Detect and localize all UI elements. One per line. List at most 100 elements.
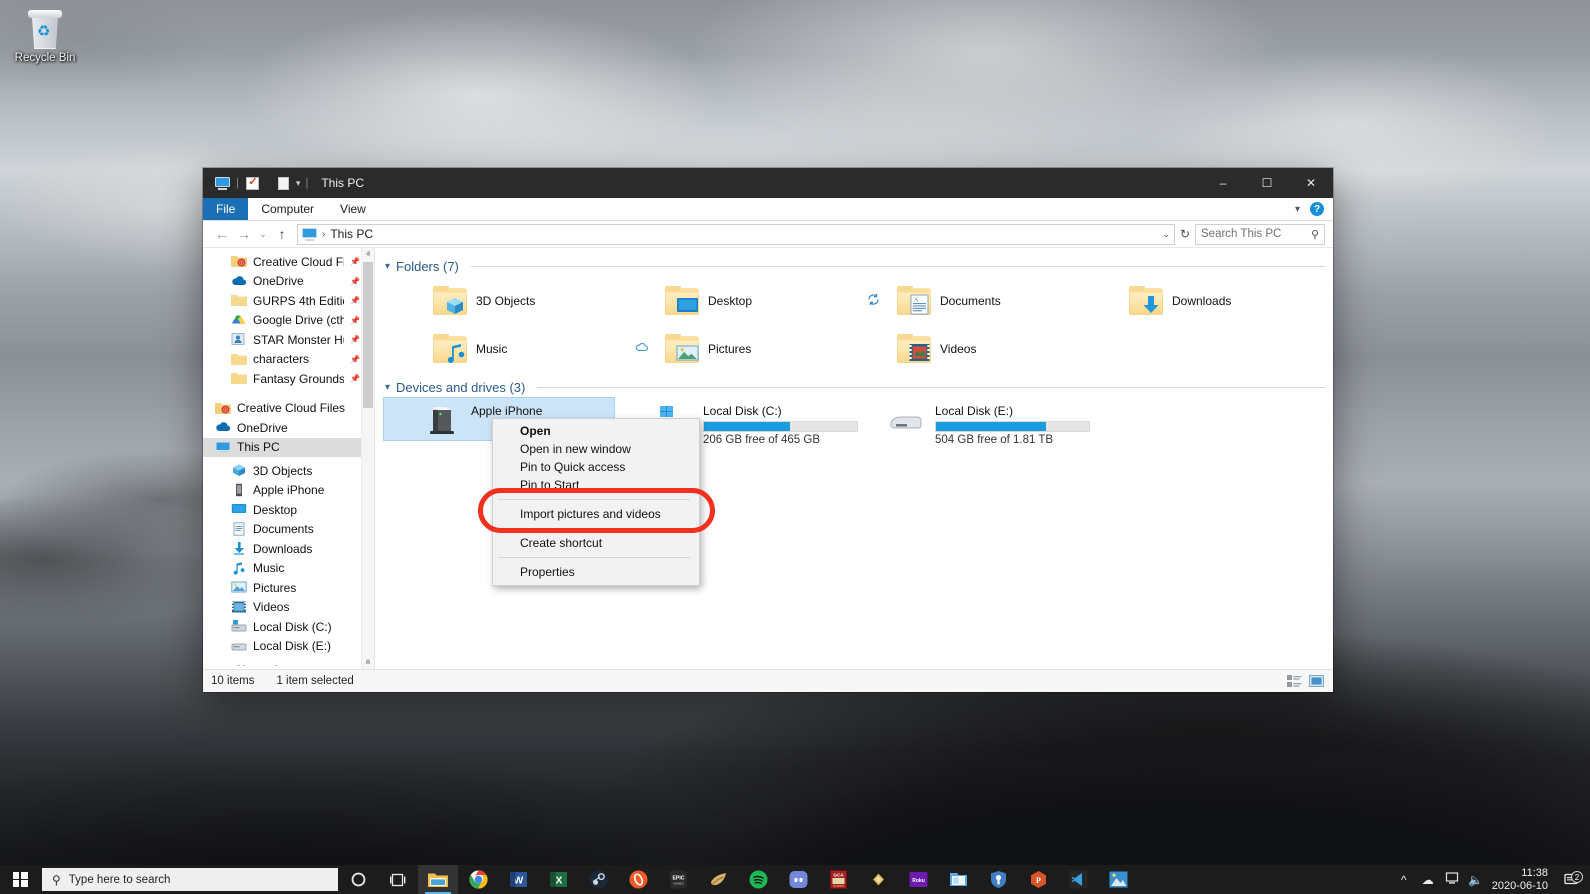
tab-file[interactable]: File xyxy=(203,198,248,220)
pin-icon[interactable]: 📌 xyxy=(350,374,360,383)
onedrive-cloud-icon[interactable]: ☁ xyxy=(1416,873,1440,887)
task-view-icon[interactable] xyxy=(378,865,418,894)
folder-tile[interactable]: ADocuments xyxy=(857,280,1089,322)
pin-icon[interactable]: 📌 xyxy=(350,277,360,286)
menu-item-import-pictures-and-videos[interactable]: Import pictures and videos xyxy=(493,505,699,523)
refresh-button[interactable]: ↻ xyxy=(1175,227,1195,241)
taskbar-vscode-icon[interactable] xyxy=(1058,865,1098,894)
address-bar[interactable]: › This PC ⌄ xyxy=(297,224,1175,245)
network-monitor-icon[interactable] xyxy=(1440,872,1464,888)
new-folder-icon[interactable] xyxy=(273,172,295,194)
scrollbar-thumb[interactable] xyxy=(363,262,373,408)
sidebar-item-documents[interactable]: Documents xyxy=(203,520,374,540)
taskbar-excel-icon[interactable]: X xyxy=(538,865,578,894)
sidebar-item-characters[interactable]: characters📌 xyxy=(203,350,374,370)
folder-tile[interactable]: Pictures xyxy=(625,328,857,370)
sidebar-item-downloads[interactable]: Downloads xyxy=(203,539,374,559)
taskbar-chrome-icon[interactable] xyxy=(458,865,498,894)
taskbar-photopea-icon[interactable]: P xyxy=(1018,865,1058,894)
tab-view[interactable]: View xyxy=(327,198,379,220)
sidebar-item-apple-iphone[interactable]: Apple iPhone xyxy=(203,481,374,501)
sidebar-item-local-disk-c[interactable]: Local Disk (C:) xyxy=(203,617,374,637)
customize-chevron-icon[interactable]: ▾ xyxy=(295,178,303,189)
sidebar-item-desktop[interactable]: Desktop xyxy=(203,500,374,520)
sidebar-item-local-disk-e[interactable]: Local Disk (E:) xyxy=(203,637,374,657)
forward-button[interactable]: → xyxy=(233,223,255,245)
folder-tile[interactable]: Music xyxy=(393,328,625,370)
large-icons-view-icon[interactable] xyxy=(1308,674,1325,689)
taskbar-roku-icon[interactable]: Roku xyxy=(898,865,938,894)
pin-icon[interactable]: 📌 xyxy=(350,257,360,266)
speaker-icon[interactable]: 🔈 xyxy=(1464,873,1488,887)
taskbar-file-explorer-icon[interactable] xyxy=(418,865,458,894)
drive-tile[interactable]: Local Disk (E:)504 GB free of 1.81 TB xyxy=(857,401,1089,447)
tray-overflow-icon[interactable]: ^ xyxy=(1392,873,1416,887)
recent-locations-button[interactable]: ⌄ xyxy=(255,223,271,245)
desktop-icon-recycle-bin[interactable]: ♻ Recycle Bin xyxy=(8,8,82,64)
sidebar-item-google-drive-cthomas[interactable]: Google Drive (cthomas@📌 xyxy=(203,311,374,331)
taskbar-epic-games-icon[interactable]: EPICGAMES xyxy=(658,865,698,894)
menu-item-create-shortcut[interactable]: Create shortcut xyxy=(493,534,699,552)
sidebar-item-fantasy-grounds[interactable]: Fantasy Grounds📌 xyxy=(203,369,374,389)
search-box[interactable]: Search This PC ⚲ xyxy=(1195,224,1325,245)
taskbar-search-input[interactable]: Type here to search xyxy=(69,874,171,886)
properties-icon[interactable] xyxy=(242,172,264,194)
menu-item-properties[interactable]: Properties xyxy=(493,563,699,581)
sidebar-item-star-monster-hunters-sl[interactable]: STAR Monster Hunters Sl📌 xyxy=(203,330,374,350)
tab-computer[interactable]: Computer xyxy=(248,198,327,220)
sidebar-item-gurps-4th-edition[interactable]: GURPS 4th Edition📌 xyxy=(203,291,374,311)
taskbar-spotify-icon[interactable] xyxy=(738,865,778,894)
clock[interactable]: 11:38 2020-06-10 xyxy=(1488,867,1558,893)
folder-tile[interactable]: 3D Objects xyxy=(393,280,625,322)
chevron-down-icon[interactable]: ▾ xyxy=(385,382,390,393)
taskbar-folder-window-icon[interactable] xyxy=(938,865,978,894)
sidebar-item-creative-cloud-files[interactable]: ☉Creative Cloud Files📌 xyxy=(203,252,374,272)
maximize-button[interactable]: ☐ xyxy=(1245,168,1289,198)
close-button[interactable]: ✕ xyxy=(1289,168,1333,198)
details-view-icon[interactable] xyxy=(1286,674,1303,689)
sidebar-item-network[interactable]: Network xyxy=(203,660,374,666)
folder-tile[interactable]: Downloads xyxy=(1089,280,1321,322)
taskbar-word-icon[interactable]: W xyxy=(498,865,538,894)
sidebar-item-onedrive[interactable]: OneDrive📌 xyxy=(203,272,374,292)
taskbar-gca-icon[interactable]: GCAGURPS xyxy=(818,865,858,894)
menu-item-open[interactable]: Open xyxy=(493,422,699,440)
search-input[interactable]: Search This PC xyxy=(1201,228,1281,240)
up-button[interactable]: ↑ xyxy=(271,223,293,245)
group-header-devices[interactable]: ▾ Devices and drives (3) xyxy=(385,380,1325,395)
pin-icon[interactable]: 📌 xyxy=(350,335,360,344)
folder-tile[interactable]: Desktop xyxy=(625,280,857,322)
taskbar-photos-icon[interactable] xyxy=(1098,865,1138,894)
taskbar-gold-diamond-icon[interactable] xyxy=(858,865,898,894)
taskbar-discord-icon[interactable] xyxy=(778,865,818,894)
sidebar-item-creative-cloud-files[interactable]: ☉Creative Cloud Files xyxy=(203,399,374,419)
menu-item-pin-to-quick-access[interactable]: Pin to Quick access xyxy=(493,458,699,476)
breadcrumb[interactable]: This PC xyxy=(330,227,373,241)
start-button[interactable] xyxy=(0,865,40,894)
scroll-down-arrow[interactable]: ⱞ xyxy=(362,656,374,669)
pin-icon[interactable]: 📌 xyxy=(350,296,360,305)
chevron-down-icon[interactable]: ▾ xyxy=(1295,204,1300,215)
scroll-up-arrow[interactable]: ⱏ xyxy=(362,248,374,261)
sidebar-item-music[interactable]: Music xyxy=(203,559,374,579)
pin-icon[interactable]: 📌 xyxy=(350,316,360,325)
sidebar-item-pictures[interactable]: Pictures xyxy=(203,578,374,598)
back-button[interactable]: ← xyxy=(211,223,233,245)
sidebar-item-this-pc[interactable]: This PC xyxy=(203,438,374,458)
taskbar-teal-app-icon[interactable] xyxy=(698,865,738,894)
menu-item-open-in-new-window[interactable]: Open in new window xyxy=(493,440,699,458)
pin-icon[interactable]: 📌 xyxy=(350,355,360,364)
taskbar-origin-icon[interactable] xyxy=(618,865,658,894)
group-header-folders[interactable]: ▾ Folders (7) xyxy=(385,259,1325,274)
cortana-circle-icon[interactable] xyxy=(338,865,378,894)
action-center-icon[interactable]: 2 xyxy=(1558,873,1584,886)
sidebar-item-3d-objects[interactable]: 3D Objects xyxy=(203,461,374,481)
this-pc-icon[interactable] xyxy=(211,172,233,194)
sidebar-item-videos[interactable]: Videos xyxy=(203,598,374,618)
context-menu[interactable]: OpenOpen in new windowPin to Quick acces… xyxy=(492,418,700,586)
minimize-button[interactable]: – xyxy=(1201,168,1245,198)
sidebar-item-onedrive[interactable]: OneDrive xyxy=(203,418,374,438)
taskbar-steam-icon[interactable] xyxy=(578,865,618,894)
menu-item-pin-to-start[interactable]: Pin to Start xyxy=(493,476,699,494)
chevron-down-icon[interactable]: ▾ xyxy=(385,261,390,272)
